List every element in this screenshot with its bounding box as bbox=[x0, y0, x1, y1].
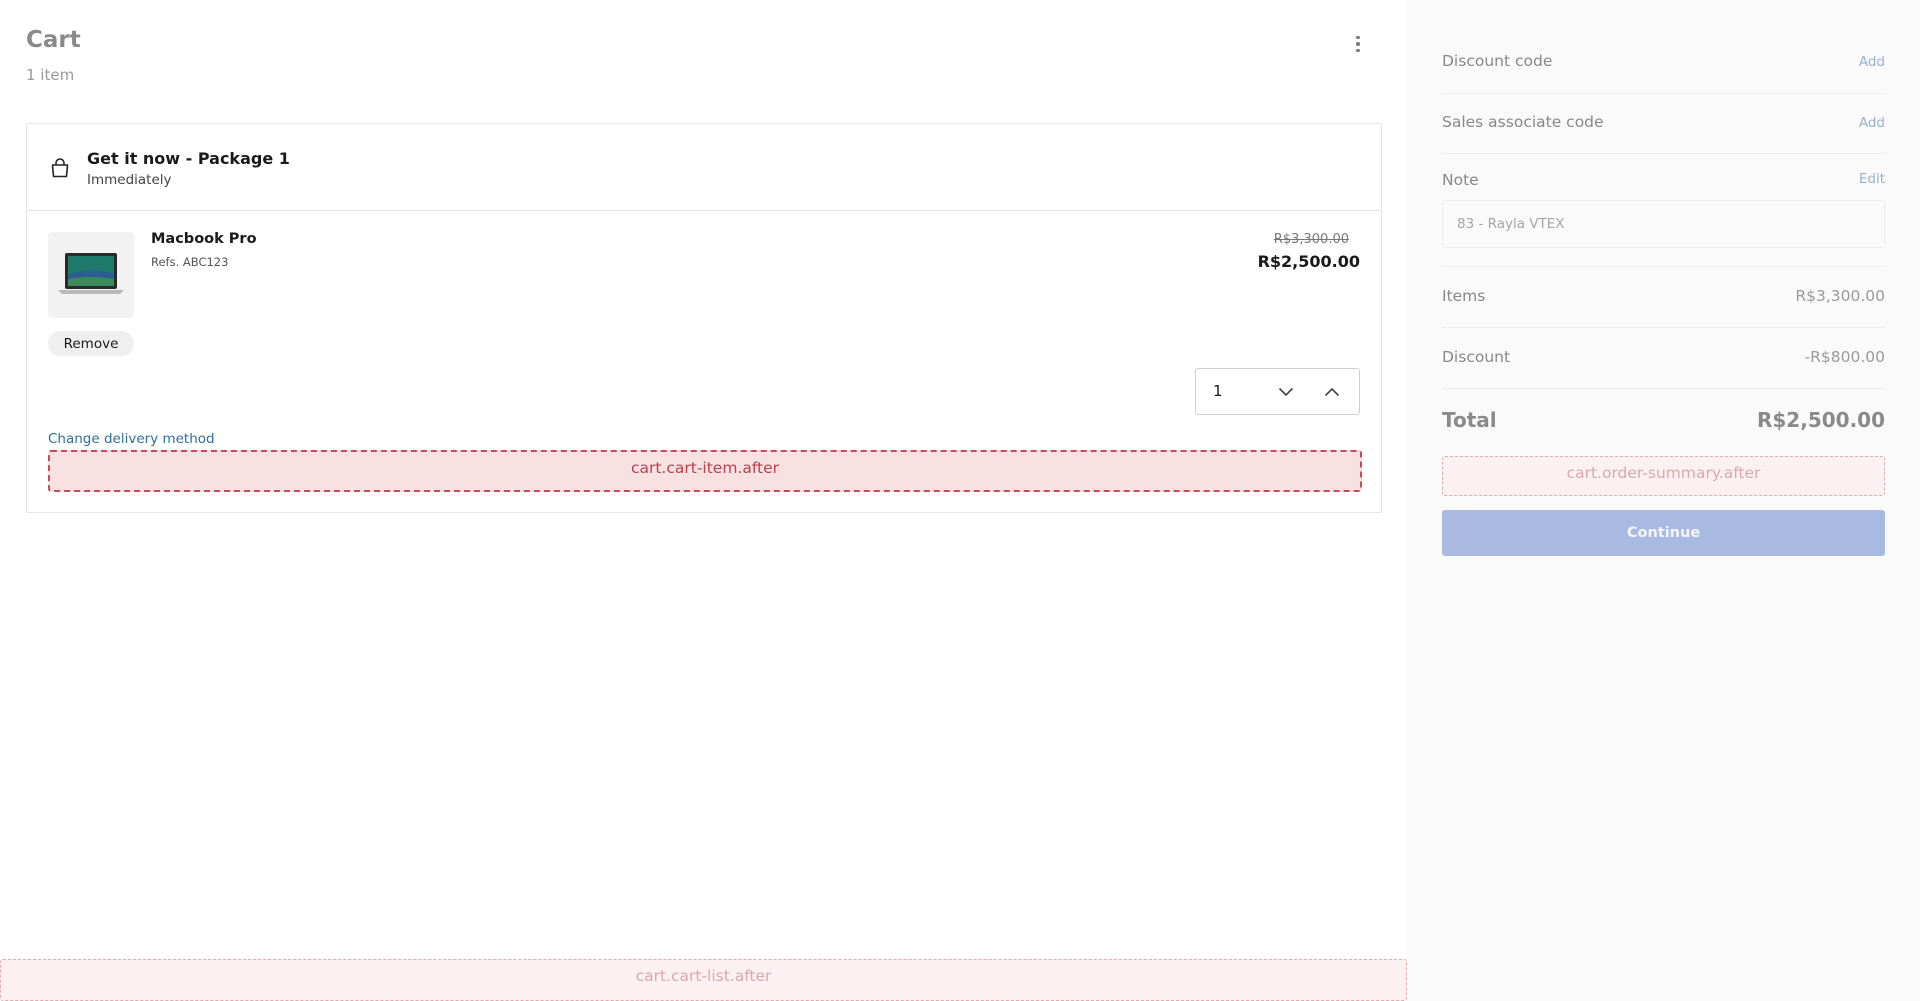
package-header: Get it now - Package 1 Immediately bbox=[27, 124, 1381, 211]
extension-slot-cart-item-after: cart.cart-item.after bbox=[48, 450, 1362, 492]
items-value: R$3,300.00 bbox=[1795, 287, 1885, 305]
extension-slot-cart-list-after: cart.cart-list.after bbox=[0, 959, 1407, 1001]
cart-page: Cart 1 item Get it now - Package 1 Immed… bbox=[0, 0, 1920, 1001]
note-field[interactable]: 83 - Rayla VTEX bbox=[1442, 200, 1885, 248]
total-value: R$2,500.00 bbox=[1756, 408, 1885, 432]
divider bbox=[1442, 327, 1885, 328]
sales-associate-add-button[interactable]: Add bbox=[1859, 115, 1885, 131]
remove-button[interactable]: Remove bbox=[48, 331, 134, 356]
discount-label: Discount bbox=[1442, 348, 1511, 366]
package-card: Get it now - Package 1 Immediately Macbo… bbox=[26, 123, 1382, 513]
product-name[interactable]: Macbook Pro bbox=[151, 231, 257, 247]
current-price: R$2,500.00 bbox=[1257, 252, 1360, 271]
quantity-value[interactable]: 1 bbox=[1213, 382, 1223, 400]
divider bbox=[1442, 266, 1885, 267]
chevron-down-icon[interactable] bbox=[1275, 381, 1297, 403]
product-image[interactable] bbox=[48, 232, 134, 318]
change-delivery-link[interactable]: Change delivery method bbox=[48, 431, 215, 447]
quantity-stepper[interactable]: 1 bbox=[1195, 368, 1360, 415]
note-edit-button[interactable]: Edit bbox=[1859, 171, 1885, 187]
discount-code-label: Discount code bbox=[1442, 52, 1553, 70]
more-options-icon[interactable] bbox=[1346, 30, 1370, 58]
order-summary: Discount code Add Sales associate code A… bbox=[1407, 0, 1920, 1001]
original-price: R$3,300.00 bbox=[1273, 232, 1349, 247]
laptop-image bbox=[58, 253, 124, 294]
extension-slot-order-summary-after: cart.order-summary.after bbox=[1442, 456, 1885, 496]
divider bbox=[1442, 153, 1885, 154]
total-label: Total bbox=[1442, 408, 1497, 432]
item-count: 1 item bbox=[26, 66, 75, 84]
note-label: Note bbox=[1442, 171, 1479, 189]
items-label: Items bbox=[1442, 287, 1486, 305]
shopping-bag-icon bbox=[51, 158, 69, 178]
divider bbox=[1442, 388, 1885, 389]
continue-button[interactable]: Continue bbox=[1442, 510, 1885, 556]
page-title: Cart bbox=[26, 27, 81, 53]
cart-main: Cart 1 item Get it now - Package 1 Immed… bbox=[0, 0, 1407, 1001]
package-title: Get it now - Package 1 bbox=[87, 149, 290, 168]
product-ref: Refs. ABC123 bbox=[151, 255, 229, 269]
chevron-up-icon[interactable] bbox=[1321, 381, 1343, 403]
sales-associate-label: Sales associate code bbox=[1442, 113, 1604, 131]
discount-code-add-button[interactable]: Add bbox=[1859, 54, 1885, 70]
package-subtitle: Immediately bbox=[87, 172, 172, 188]
divider bbox=[1442, 93, 1885, 94]
discount-value: -R$800.00 bbox=[1804, 348, 1885, 366]
